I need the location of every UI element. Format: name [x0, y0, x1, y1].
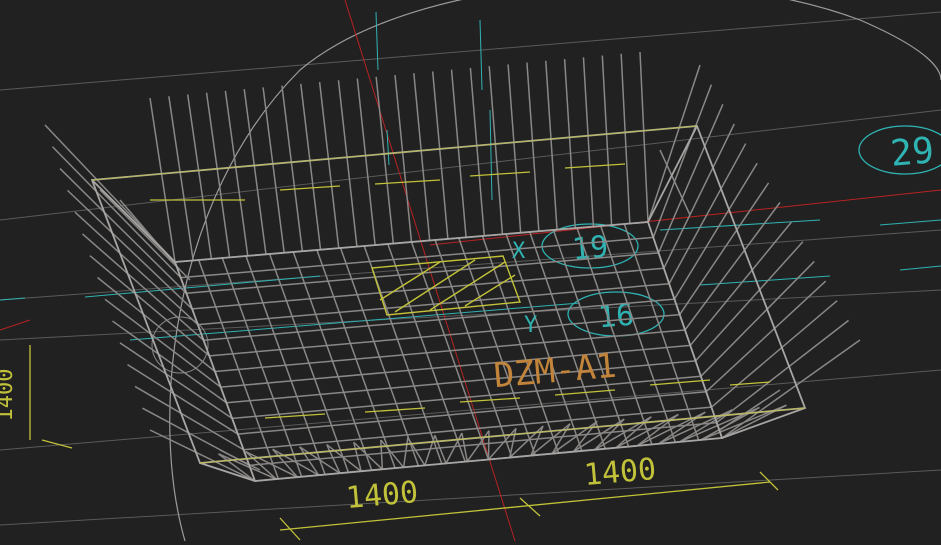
dimension-text-vertical[interactable]: 1400 — [0, 369, 18, 422]
cad-viewport[interactable]: 19 16 29 — [0, 0, 941, 541]
dimension-text-left[interactable]: 1400 — [345, 475, 420, 516]
dimension-text-right[interactable]: 1400 — [583, 452, 658, 493]
cad-drawing[interactable]: 19 16 29 — [0, 0, 941, 541]
bubble-label-29: 29 — [889, 130, 936, 175]
axis-label-x: X — [512, 239, 526, 264]
axis-label-y: Y — [524, 313, 537, 338]
